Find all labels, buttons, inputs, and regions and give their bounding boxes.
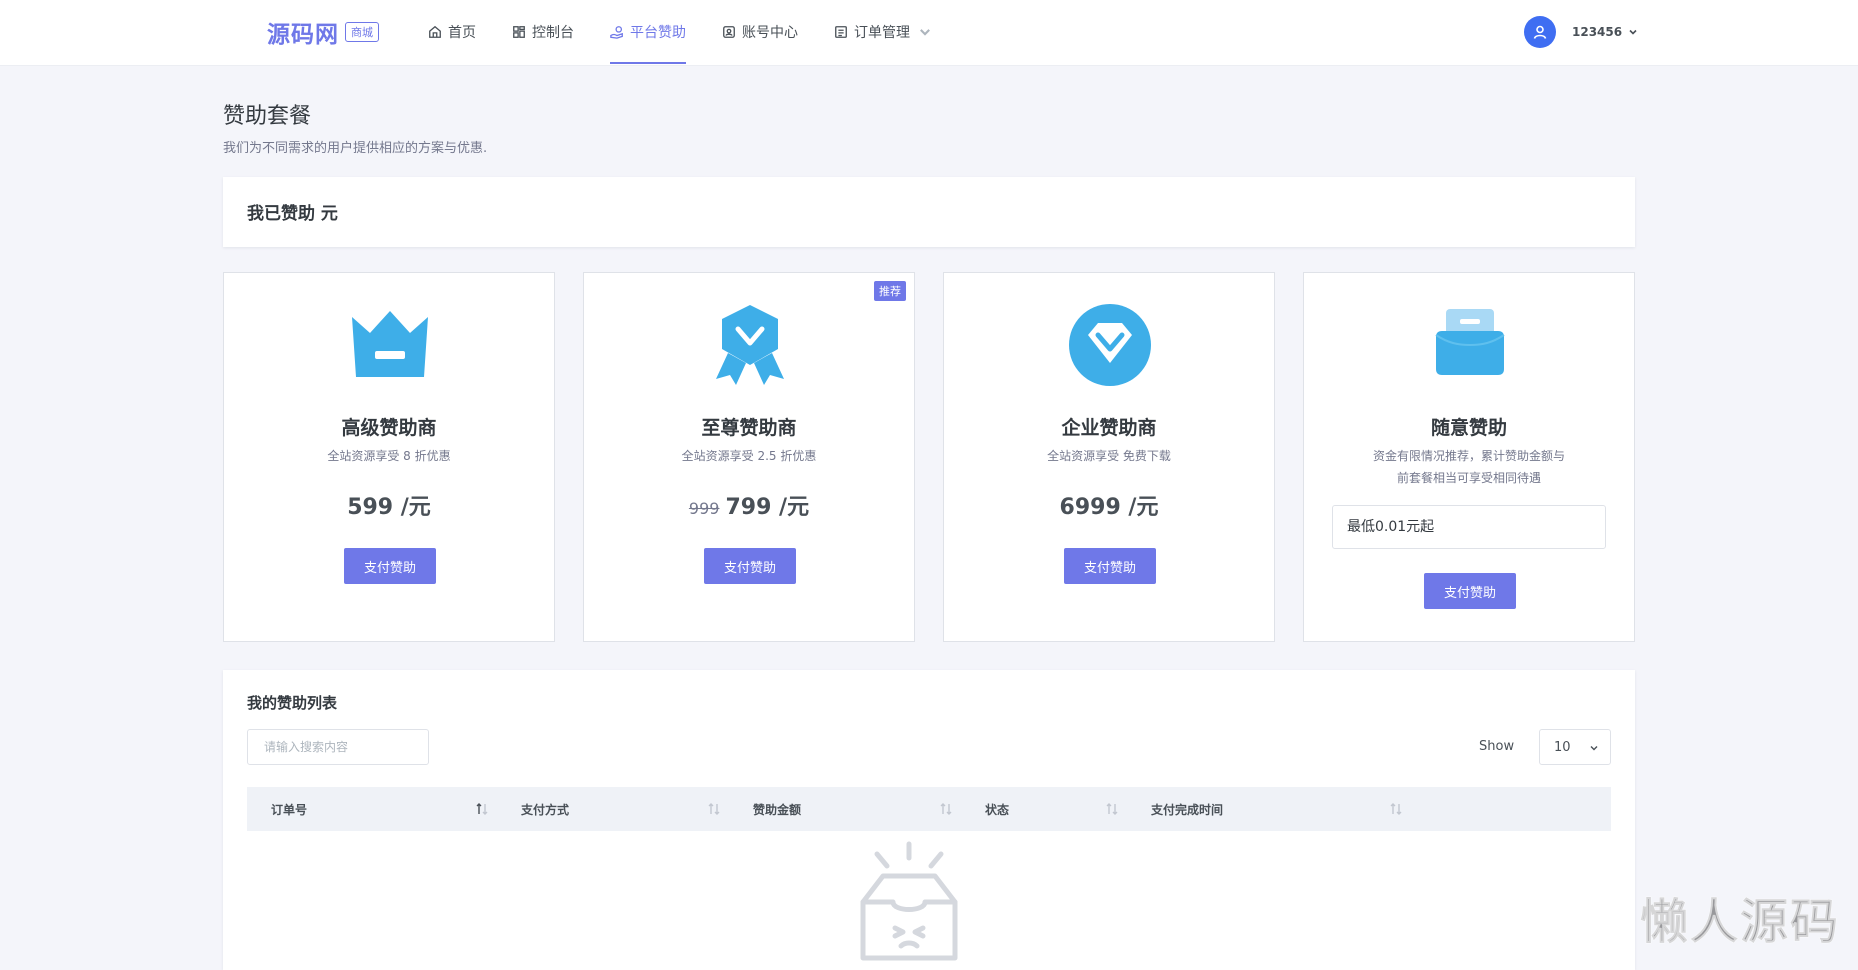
sponsor-amount-input[interactable]	[1332, 505, 1606, 549]
plan-name: 至尊赞助商	[584, 413, 914, 440]
order-icon	[834, 25, 848, 39]
sort-icon	[1105, 802, 1119, 816]
nav-item-account[interactable]: 账号中心	[722, 0, 798, 64]
pay-sponsor-button[interactable]: 支付赞助	[344, 548, 436, 584]
chevron-down-icon	[918, 25, 932, 39]
plan-name: 随意赞助	[1304, 413, 1634, 440]
chevron-down-icon	[1590, 744, 1598, 752]
plan-desc: 全站资源享受 8 折优惠	[224, 445, 554, 467]
account-icon	[722, 25, 736, 39]
search-input[interactable]	[247, 729, 429, 765]
plan-price: 6999 /元	[944, 489, 1274, 521]
sort-icon	[1389, 802, 1403, 816]
home-icon	[428, 25, 442, 39]
plan-card-advanced: 高级赞助商 全站资源享受 8 折优惠 599 /元 支付赞助	[223, 272, 555, 642]
plan-card-enterprise: 企业赞助商 全站资源享受 免费下载 6999 /元 支付赞助	[943, 272, 1275, 642]
plan-old-price: 999	[689, 499, 720, 518]
nav-item-label: 控制台	[532, 22, 574, 42]
page-subtitle: 我们为不同需求的用户提供相应的方案与优惠.	[223, 137, 487, 156]
plan-name: 高级赞助商	[224, 413, 554, 440]
sort-icon	[939, 802, 953, 816]
crown-icon	[348, 303, 432, 387]
column-header-order-no[interactable]: 订单号	[247, 787, 497, 831]
main-nav: 首页 控制台 平台赞助 账号中心 订单管理	[428, 0, 974, 66]
pay-sponsor-button[interactable]: 支付赞助	[704, 548, 796, 584]
nav-item-label: 账号中心	[742, 22, 798, 42]
plan-card-supreme: 推荐 至尊赞助商 全站资源享受 2.5 折优惠 999 799 /元 支付赞助	[583, 272, 915, 642]
page-title: 赞助套餐	[223, 98, 311, 130]
column-header-amount[interactable]: 赞助金额	[729, 787, 961, 831]
recommend-badge: 推荐	[874, 281, 906, 301]
avatar[interactable]	[1524, 16, 1556, 48]
column-header-status[interactable]: 状态	[961, 787, 1127, 831]
plan-price: 599 /元	[224, 489, 554, 521]
page-size-select[interactable]: 10	[1539, 729, 1611, 765]
nav-item-label: 订单管理	[854, 22, 910, 42]
nav-item-label: 平台赞助	[630, 22, 686, 42]
column-header-pay-method[interactable]: 支付方式	[497, 787, 729, 831]
plan-price: 999 799 /元	[584, 489, 914, 521]
dashboard-icon	[512, 25, 526, 39]
watermark-logo: 懒人源码	[1640, 882, 1840, 952]
sort-icon	[475, 802, 489, 816]
brand-logo[interactable]: 源码网 商城	[267, 16, 379, 48]
plan-desc-line: 前套餐相当可享受相同待遇	[1304, 467, 1634, 489]
plan-name: 企业赞助商	[944, 413, 1274, 440]
list-title: 我的赞助列表	[247, 692, 337, 713]
plan-price-value: 799 /元	[725, 495, 809, 520]
plan-card-custom: 随意赞助 资金有限情况推荐，累计赞助金额与 前套餐相当可享受相同待遇 支付赞助	[1303, 272, 1635, 642]
pay-sponsor-button[interactable]: 支付赞助	[1064, 548, 1156, 584]
brand-badge: 商城	[345, 22, 379, 42]
top-navbar: 源码网 商城 首页 控制台 平台赞助 账号中心 订单管理 123456	[0, 0, 1858, 66]
chevron-down-icon	[1628, 27, 1638, 37]
wallet-icon	[1428, 303, 1512, 387]
sort-icon	[707, 802, 721, 816]
pay-sponsor-button[interactable]: 支付赞助	[1424, 573, 1516, 609]
ribbon-badge-icon	[708, 303, 792, 387]
table-header: 订单号 支付方式 赞助金额 状态 支付完成时间	[247, 787, 1611, 831]
page-size-value: 10	[1554, 740, 1571, 755]
diamond-icon	[1068, 303, 1152, 387]
nav-item-orders[interactable]: 订单管理	[834, 0, 938, 64]
nav-item-dashboard[interactable]: 控制台	[512, 0, 574, 64]
user-icon	[1532, 24, 1548, 40]
page-size-label: Show	[1479, 739, 1514, 754]
plan-desc: 全站资源享受 免费下载	[944, 445, 1274, 467]
empty-box-icon	[847, 840, 971, 964]
column-header-pay-time[interactable]: 支付完成时间	[1127, 787, 1411, 831]
nav-item-sponsor[interactable]: 平台赞助	[610, 0, 686, 64]
user-menu[interactable]: 123456	[1524, 16, 1638, 48]
plan-desc: 资金有限情况推荐，累计赞助金额与 前套餐相当可享受相同待遇	[1304, 445, 1634, 489]
sponsored-summary-card: 我已赞助 元	[223, 177, 1635, 247]
plan-desc: 全站资源享受 2.5 折优惠	[584, 445, 914, 467]
user-name: 123456	[1572, 25, 1622, 39]
sponsored-amount-text: 我已赞助 元	[247, 199, 338, 224]
brand-name: 源码网	[267, 15, 339, 49]
plan-desc-line: 资金有限情况推荐，累计赞助金额与	[1304, 445, 1634, 467]
sponsor-icon	[610, 25, 624, 39]
nav-item-label: 首页	[448, 22, 476, 42]
sponsor-list-card: 我的赞助列表 Show 10 订单号 支付方式 赞助金额 状态 支付完成时间	[223, 670, 1635, 970]
nav-item-home[interactable]: 首页	[428, 0, 476, 64]
